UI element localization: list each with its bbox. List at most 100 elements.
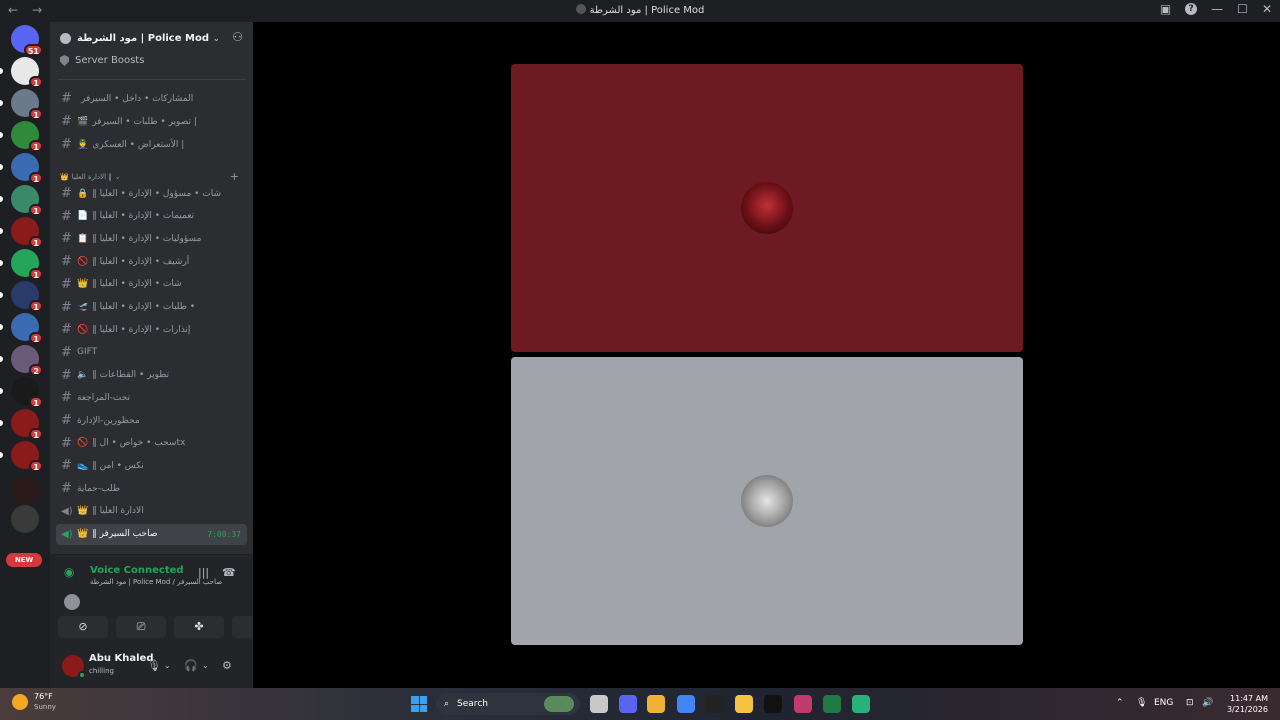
- screen-share-button[interactable]: ⎚: [116, 616, 166, 638]
- text-channel[interactable]: # 👑 ‖ شات • الإدارة • العليا: [56, 274, 247, 295]
- inbox-icon[interactable]: ▣: [1160, 2, 1171, 16]
- server-icon-server-2[interactable]: 1: [0, 89, 43, 120]
- game-app[interactable]: [852, 695, 870, 713]
- clock[interactable]: 11:47 AM 3/21/2026: [1227, 693, 1268, 715]
- text-channel[interactable]: # 🚫 ‖ أرشيف • الإدارة • العليا: [56, 251, 247, 272]
- server-icon-server-3[interactable]: 1: [0, 121, 43, 152]
- chevron-down-icon: ⌄: [212, 33, 220, 43]
- disconnect-icon[interactable]: ☎: [222, 566, 236, 579]
- noise-suppression-icon[interactable]: |||: [198, 566, 209, 579]
- server-icon-server-6[interactable]: 1: [0, 217, 43, 248]
- speaker-icon: ◀): [61, 528, 73, 540]
- network-icon[interactable]: ⊡: [1186, 698, 1194, 708]
- signal-icon[interactable]: ◉: [64, 565, 74, 579]
- server-icon-server-9[interactable]: 1: [0, 313, 43, 344]
- server-icon-server-11[interactable]: 1: [0, 377, 43, 408]
- text-channel[interactable]: # 📄 ‖ تعميمات • الإدارة • العليا: [56, 206, 247, 227]
- text-channel[interactable]: # 🛫 ‖ طلبات • الإدارة • العليا •: [56, 297, 247, 318]
- file-explorer-app[interactable]: [590, 695, 608, 713]
- voice-channel-path[interactable]: مود الشرطة | Police Mod / صاحب السيرفر: [90, 578, 222, 586]
- camera-off-button[interactable]: ⊘: [58, 616, 108, 638]
- weather-condition: Sunny: [34, 703, 56, 711]
- mention-badge: 1: [29, 76, 43, 88]
- text-channel[interactable]: # طلب-حماية: [56, 478, 247, 499]
- minimize-button[interactable]: —: [1211, 2, 1223, 16]
- server-icon-server-15[interactable]: [11, 505, 39, 533]
- chevron-up-icon[interactable]: ⌃: [1116, 698, 1124, 708]
- unread-pill: [0, 228, 3, 234]
- close-button[interactable]: ✕: [1262, 2, 1272, 16]
- unread-pill: [0, 196, 3, 202]
- server-name: مود الشرطة | Police Mod: [77, 32, 209, 44]
- volume-icon[interactable]: 🔊: [1202, 698, 1213, 708]
- participant-avatar[interactable]: [741, 475, 793, 527]
- mention-badge: 2: [29, 364, 43, 376]
- user-avatar[interactable]: [62, 655, 86, 679]
- text-channel[interactable]: # 🚫 ‖ إنذارات • الإدارة • العليا: [56, 319, 247, 340]
- text-channel[interactable]: # 👟 ‖ نكس • امن: [56, 455, 247, 476]
- text-channel[interactable]: # 🔒 ‖ شات • مسؤول • الإدارة • العليا: [56, 183, 247, 204]
- server-icon-server-10[interactable]: 2: [0, 345, 43, 376]
- user-name[interactable]: Abu Khaled: [89, 653, 153, 664]
- voice-connected-title[interactable]: Voice Connected: [90, 565, 184, 576]
- excel-app[interactable]: [823, 695, 841, 713]
- text-channel[interactable]: # 👮 الأستعراض • العسكري |: [56, 134, 247, 155]
- voice-connected-panel: ◉ Voice Connected مود الشرطة | Police Mo…: [50, 554, 282, 646]
- unread-pill: [0, 324, 3, 330]
- mic-icon[interactable]: 🎙: [1136, 698, 1147, 708]
- activities-button[interactable]: ✤: [174, 616, 224, 638]
- folder-app[interactable]: [735, 695, 753, 713]
- windows-start-icon[interactable]: [411, 696, 427, 712]
- user-status: chilling: [89, 667, 114, 675]
- server-boosts-link[interactable]: Server Boosts: [60, 55, 144, 66]
- text-channel[interactable]: # 🔈 ‖ تطوير • القطاعات: [56, 365, 247, 386]
- maximize-button[interactable]: ☐: [1237, 2, 1248, 16]
- participant-avatar[interactable]: [64, 594, 80, 610]
- chevron-down-icon[interactable]: ⌄: [202, 661, 209, 670]
- server-icon-server-7[interactable]: 1: [0, 249, 43, 280]
- participant-tile[interactable]: [511, 64, 1023, 352]
- search-highlight-image: [544, 696, 574, 712]
- help-icon[interactable]: ?: [1185, 3, 1198, 15]
- server-header[interactable]: مود الشرطة | Police Mod ⌄ ⚇: [50, 22, 253, 54]
- channel-emoji: 👑: [77, 279, 89, 290]
- text-channel[interactable]: # تحت-المراجعة: [56, 387, 247, 408]
- headphones-icon[interactable]: 🎧: [184, 659, 198, 672]
- server-icon-home[interactable]: 51: [11, 25, 43, 56]
- taskbar-search[interactable]: ⌕ Search: [436, 693, 580, 715]
- participant-tile[interactable]: [511, 357, 1023, 645]
- discord-app[interactable]: [619, 695, 637, 713]
- server-icon-server-4[interactable]: 1: [0, 153, 43, 184]
- ctrl-app[interactable]: [706, 695, 724, 713]
- create-channel-plus-icon[interactable]: +: [230, 170, 239, 183]
- text-channel[interactable]: # 📋 ‖ مسؤوليات • الإدارة • العليا: [56, 228, 247, 249]
- category-header[interactable]: 👑 الادارة العليا ‖ ⌄ +: [60, 170, 245, 184]
- server-icon-server-5[interactable]: 1: [0, 185, 43, 216]
- server-icon-server-12[interactable]: 1: [0, 409, 43, 440]
- chevron-down-icon[interactable]: ⌄: [164, 661, 171, 670]
- tiktok-app[interactable]: [764, 695, 782, 713]
- voice-channel[interactable]: ◀) 👑 ‖ صاحب السيرفر 7:00:37: [56, 523, 247, 545]
- text-channel[interactable]: # محظورين-الإدارة: [56, 410, 247, 431]
- text-channel[interactable]: # 🚫 ‖ سحب • خواص • الtx: [56, 433, 247, 454]
- text-channel[interactable]: # 🎬 تصوير • طلبات • السيرفر |: [56, 111, 247, 132]
- chrome-app[interactable]: [677, 695, 695, 713]
- hash-icon: #: [61, 276, 72, 292]
- text-channel[interactable]: # المشاركات • داخل • السيرفر: [56, 88, 247, 109]
- discord-canary-app[interactable]: [647, 695, 665, 713]
- text-channel[interactable]: # GIFT: [56, 342, 247, 363]
- browser-app[interactable]: [794, 695, 812, 713]
- mic-icon[interactable]: 🎙: [147, 659, 161, 672]
- invite-people-icon[interactable]: ⚇: [232, 30, 243, 44]
- gear-icon[interactable]: ⚙: [222, 659, 232, 672]
- weather-widget[interactable]: 76°F Sunny: [12, 692, 56, 712]
- server-icon-server-1[interactable]: 1: [0, 57, 43, 88]
- language-indicator[interactable]: ENG: [1154, 698, 1173, 708]
- server-icon-server-14[interactable]: [11, 477, 39, 505]
- server-icon-server-13[interactable]: 1: [0, 441, 43, 472]
- new-badge[interactable]: NEW: [6, 553, 42, 567]
- participant-avatar[interactable]: [741, 182, 793, 234]
- voice-channel[interactable]: ◀) 👑 ‖ الادارة العليا: [56, 501, 247, 522]
- channel-label: GIFT: [77, 347, 98, 358]
- server-icon-server-8[interactable]: 1: [0, 281, 43, 312]
